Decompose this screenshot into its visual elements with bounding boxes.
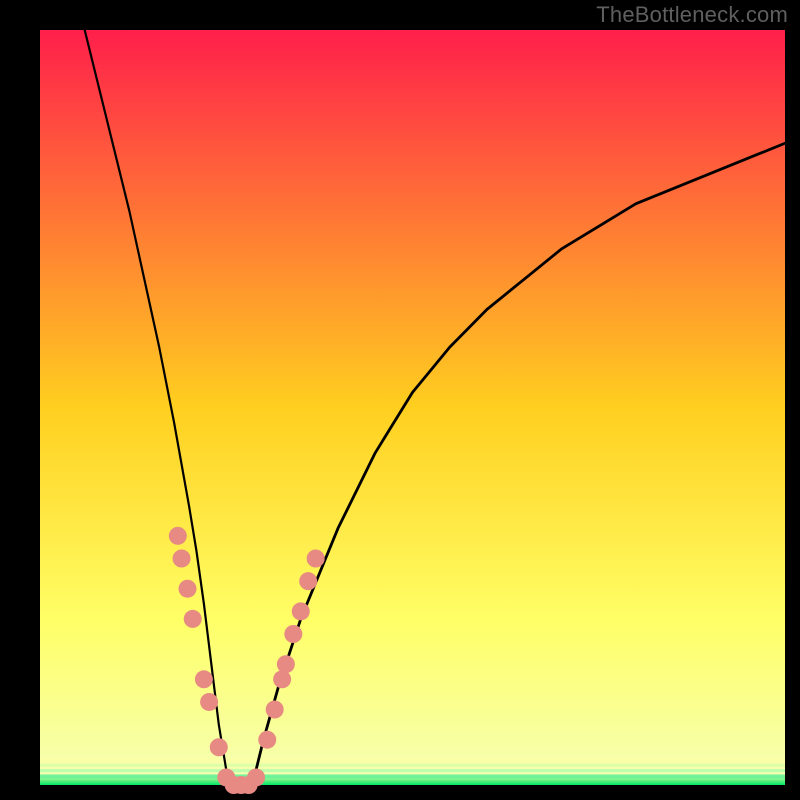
highlight-marker — [169, 527, 187, 545]
highlight-marker — [299, 572, 317, 590]
highlight-marker — [307, 550, 325, 568]
highlight-marker — [273, 670, 291, 688]
highlight-marker — [200, 693, 218, 711]
plot-area — [40, 30, 785, 785]
highlight-marker — [173, 550, 191, 568]
gradient-band — [40, 764, 785, 767]
highlight-marker — [247, 768, 265, 786]
gradient-band — [40, 759, 785, 762]
highlight-marker — [184, 610, 202, 628]
highlight-marker — [277, 655, 295, 673]
highlight-marker — [266, 701, 284, 719]
highlight-marker — [292, 602, 310, 620]
highlight-marker — [284, 625, 302, 643]
gradient-band — [40, 769, 785, 772]
highlight-marker — [179, 580, 197, 598]
highlight-marker — [210, 738, 228, 756]
highlight-marker — [258, 731, 276, 749]
gradient-band — [40, 774, 785, 778]
highlight-marker — [195, 670, 213, 688]
watermark-text: TheBottleneck.com — [596, 2, 788, 28]
bottleneck-chart — [0, 0, 800, 800]
chart-stage: TheBottleneck.com — [0, 0, 800, 800]
